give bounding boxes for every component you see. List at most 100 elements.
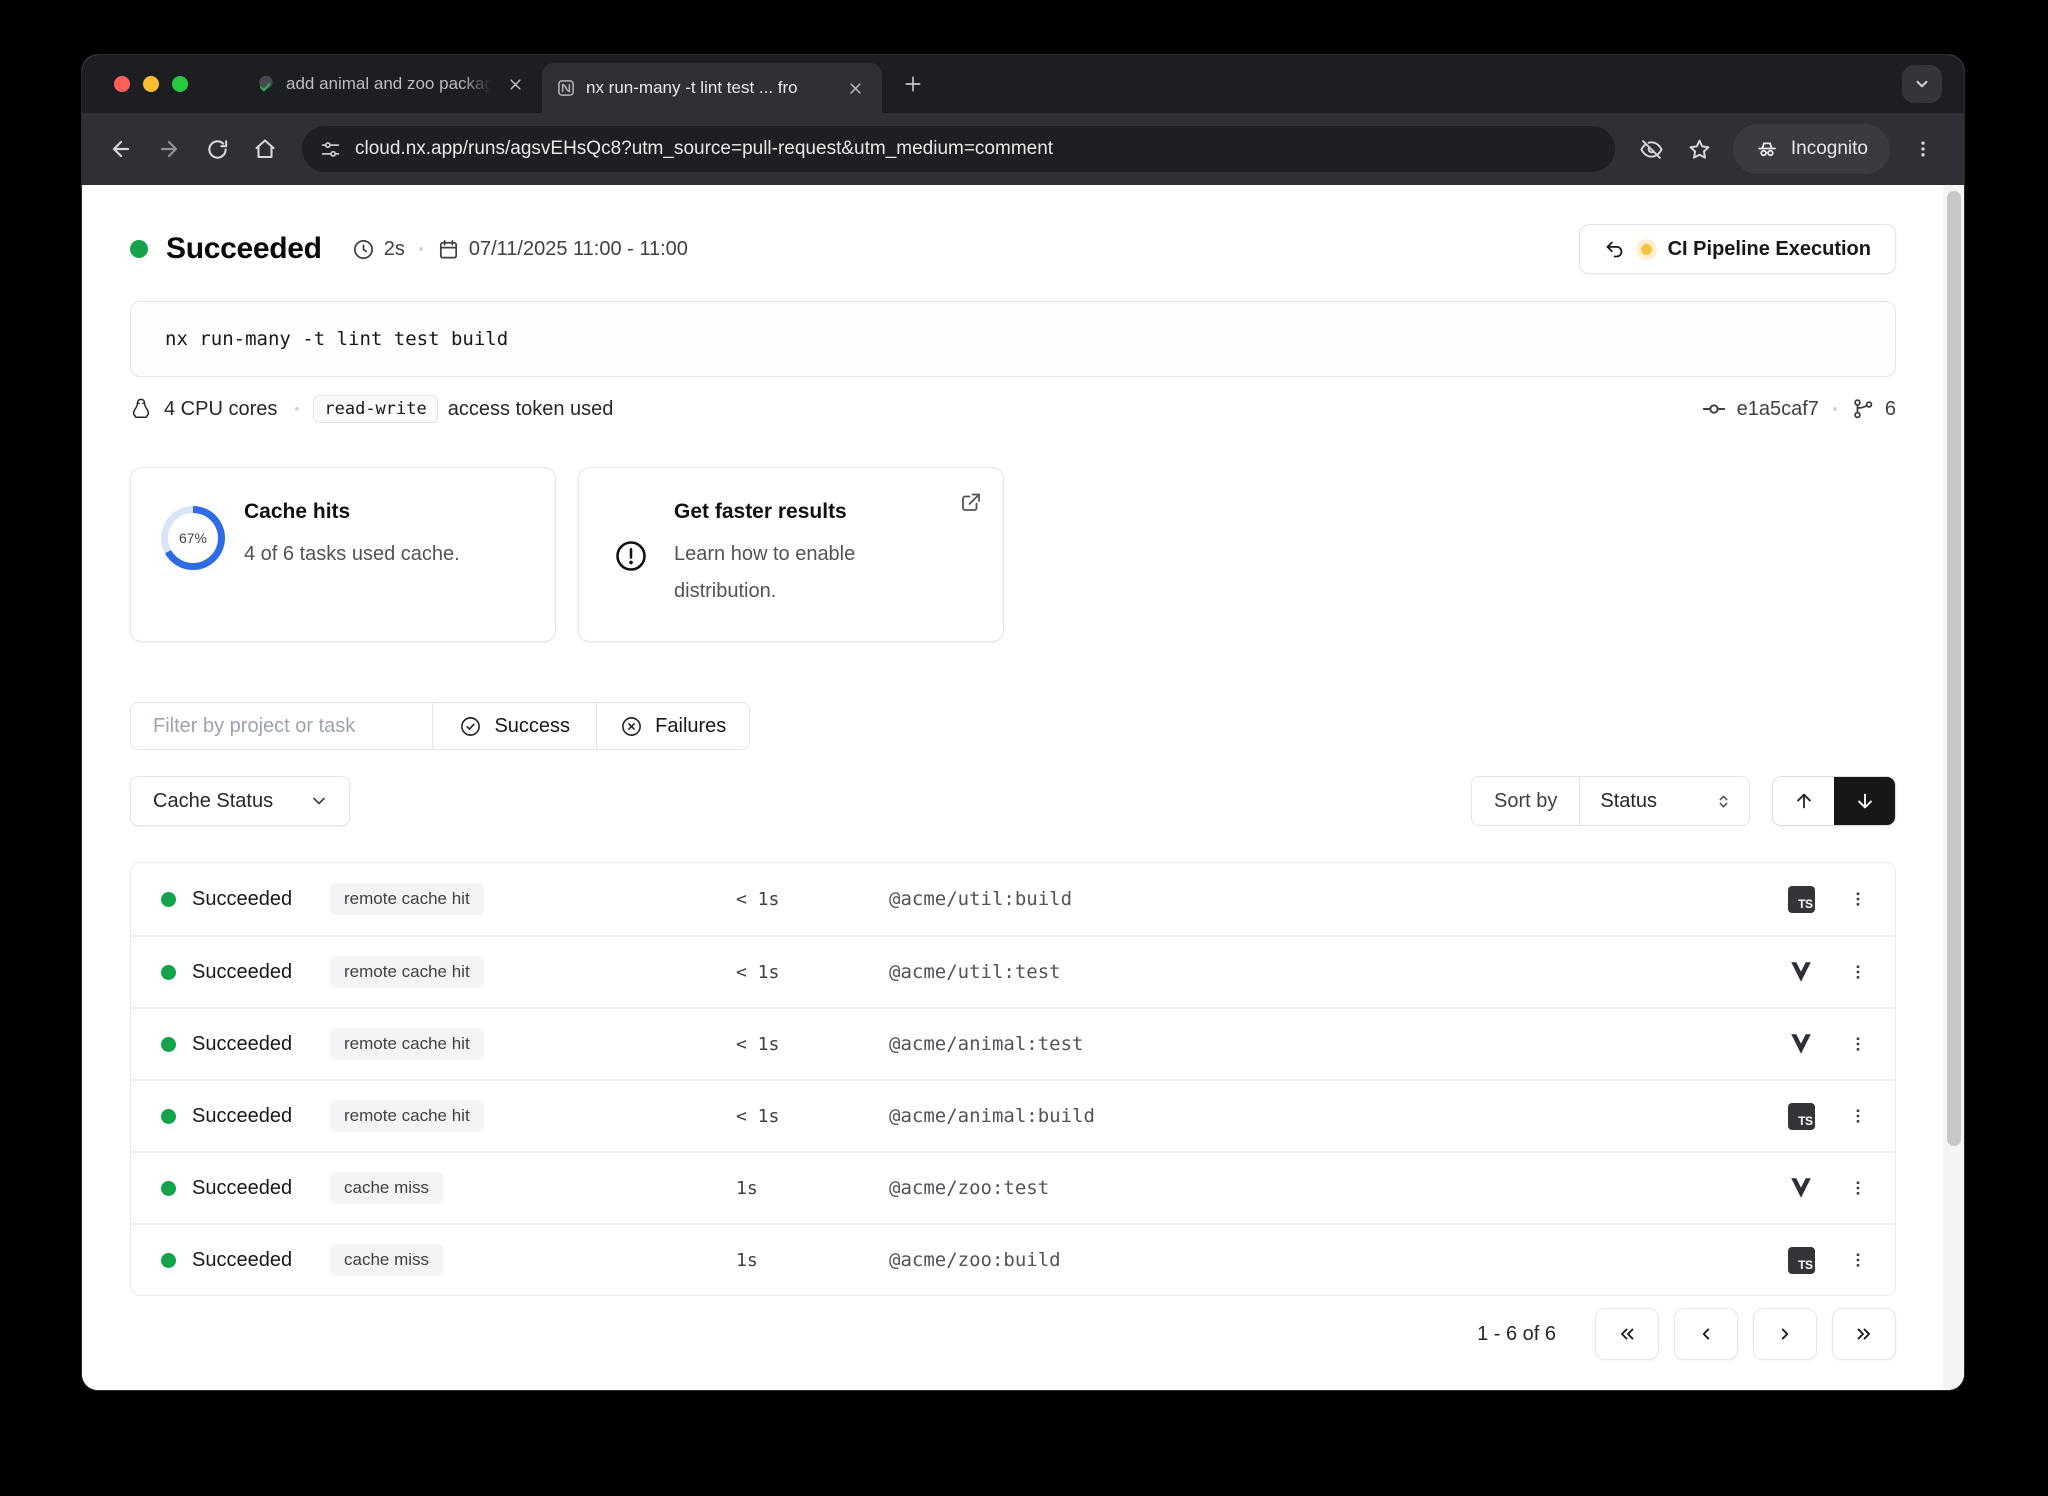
url-text[interactable]: cloud.nx.app/runs/agsvEHsQc8?utm_source=… bbox=[355, 138, 1053, 160]
back-button[interactable] bbox=[100, 128, 142, 170]
table-row[interactable]: Succeeded remote cache hit < 1s @acme/an… bbox=[131, 1079, 1895, 1151]
tab-title: add animal and zoo packages bbox=[286, 74, 492, 94]
row-duration: < 1s bbox=[736, 962, 779, 983]
row-menu-button[interactable] bbox=[1843, 1240, 1873, 1280]
separator-dot bbox=[295, 407, 299, 411]
forward-button[interactable] bbox=[148, 128, 190, 170]
home-button[interactable] bbox=[244, 128, 286, 170]
minimize-window-button[interactable] bbox=[143, 76, 159, 92]
table-row[interactable]: Succeeded remote cache hit < 1s @acme/an… bbox=[131, 1007, 1895, 1079]
cache-status-chip: remote cache hit bbox=[330, 1028, 484, 1060]
faster-results-subtitle: Learn how to enable distribution. bbox=[674, 536, 939, 610]
pipeline-execution-button[interactable]: CI Pipeline Execution bbox=[1579, 224, 1896, 274]
arrow-down-icon bbox=[1854, 790, 1876, 812]
vitest-icon bbox=[1788, 959, 1814, 985]
typescript-icon: TS bbox=[1788, 1247, 1815, 1274]
cache-hits-card: 67% Cache hits 4 of 6 tasks used cache. bbox=[130, 467, 556, 642]
first-page-button[interactable] bbox=[1595, 1308, 1659, 1360]
scrollbar-thumb[interactable] bbox=[1947, 191, 1961, 1146]
table-row[interactable]: Succeeded remote cache hit < 1s @acme/ut… bbox=[131, 935, 1895, 1007]
arrow-up-icon bbox=[1793, 790, 1815, 812]
vitest-icon bbox=[1788, 1031, 1814, 1057]
table-row[interactable]: Succeeded cache miss 1s @acme/zoo:build … bbox=[131, 1223, 1895, 1295]
row-task-name: @acme/animal:test bbox=[889, 1033, 1083, 1055]
external-link-icon[interactable] bbox=[959, 490, 983, 514]
row-status-label: Succeeded bbox=[192, 1033, 314, 1056]
chevrons-up-down-icon bbox=[1714, 792, 1733, 811]
separator-dot bbox=[419, 247, 423, 251]
tab-pull-request[interactable]: add animal and zoo packages bbox=[242, 55, 542, 113]
next-page-button[interactable] bbox=[1753, 1308, 1817, 1360]
filter-success-toggle[interactable]: Success bbox=[432, 703, 596, 749]
cache-status-chip: remote cache hit bbox=[330, 956, 484, 988]
linux-icon bbox=[130, 397, 152, 421]
sort-descending-button[interactable] bbox=[1834, 777, 1895, 825]
row-menu-button[interactable] bbox=[1843, 952, 1873, 992]
chevron-left-icon bbox=[1695, 1323, 1717, 1345]
sort-select[interactable]: Status bbox=[1580, 777, 1749, 825]
previous-page-button[interactable] bbox=[1674, 1308, 1738, 1360]
run-command: nx run-many -t lint test build bbox=[130, 301, 1896, 377]
pagination-label: 1 - 6 of 6 bbox=[1477, 1323, 1556, 1346]
incognito-label: Incognito bbox=[1791, 138, 1868, 160]
browser-window: add animal and zoo packages nx run-many … bbox=[82, 55, 1964, 1390]
chevrons-left-icon bbox=[1616, 1323, 1638, 1345]
row-menu-button[interactable] bbox=[1843, 1168, 1873, 1208]
tab-close-icon[interactable] bbox=[842, 75, 868, 101]
typescript-icon: TS bbox=[1788, 1103, 1815, 1130]
bookmark-star-icon[interactable] bbox=[1679, 128, 1721, 170]
incognito-icon bbox=[1755, 137, 1779, 161]
row-duration: < 1s bbox=[736, 889, 779, 910]
cache-status-chip: remote cache hit bbox=[330, 883, 484, 915]
reload-button[interactable] bbox=[196, 128, 238, 170]
chevrons-right-icon bbox=[1853, 1323, 1875, 1345]
browser-menu-icon[interactable] bbox=[1902, 128, 1944, 170]
row-task-name: @acme/zoo:test bbox=[889, 1177, 1049, 1199]
x-circle-icon bbox=[620, 715, 643, 738]
row-status-dot bbox=[161, 892, 176, 907]
pipeline-execution-label: CI Pipeline Execution bbox=[1668, 238, 1871, 261]
filter-failures-label: Failures bbox=[655, 715, 726, 738]
row-menu-button[interactable] bbox=[1843, 1096, 1873, 1136]
row-status-dot bbox=[161, 1037, 176, 1052]
github-check-icon bbox=[256, 74, 276, 94]
row-duration: < 1s bbox=[736, 1106, 779, 1127]
table-row[interactable]: Succeeded cache miss 1s @acme/zoo:test T… bbox=[131, 1151, 1895, 1223]
tab-close-icon[interactable] bbox=[502, 71, 528, 97]
tab-strip: add animal and zoo packages nx run-many … bbox=[82, 55, 1964, 113]
cache-status-label: Cache Status bbox=[153, 790, 273, 813]
cache-hits-title: Cache hits bbox=[244, 500, 350, 524]
filter-failures-toggle[interactable]: Failures bbox=[596, 703, 749, 749]
browser-toolbar: cloud.nx.app/runs/agsvEHsQc8?utm_source=… bbox=[82, 113, 1964, 185]
git-branch-icon bbox=[1851, 397, 1875, 421]
commit-sha[interactable]: e1a5caf7 bbox=[1737, 398, 1819, 421]
vitest-icon bbox=[1788, 1175, 1814, 1201]
task-table: Succeeded remote cache hit < 1s @acme/ut… bbox=[130, 862, 1896, 1296]
new-tab-button[interactable] bbox=[898, 69, 928, 99]
address-bar[interactable]: cloud.nx.app/runs/agsvEHsQc8?utm_source=… bbox=[302, 126, 1615, 172]
alert-circle-icon bbox=[613, 538, 649, 574]
row-status-label: Succeeded bbox=[192, 1177, 314, 1200]
eye-off-icon[interactable] bbox=[1631, 128, 1673, 170]
row-menu-button[interactable] bbox=[1843, 1024, 1873, 1064]
undo-icon bbox=[1604, 239, 1625, 260]
tab-search-chevron-button[interactable] bbox=[1902, 65, 1942, 103]
maximize-window-button[interactable] bbox=[172, 76, 188, 92]
access-token-chip: read-write bbox=[313, 395, 437, 423]
sort-direction-group bbox=[1772, 776, 1896, 826]
tab-nx-run[interactable]: nx run-many -t lint test ... fro bbox=[542, 63, 882, 113]
row-task-name: @acme/util:test bbox=[889, 961, 1061, 983]
last-page-button[interactable] bbox=[1832, 1308, 1896, 1360]
scrollbar-track[interactable] bbox=[1943, 185, 1964, 1390]
faster-results-card[interactable]: Get faster results Learn how to enable d… bbox=[578, 467, 1004, 642]
close-window-button[interactable] bbox=[114, 76, 130, 92]
table-row[interactable]: Succeeded remote cache hit < 1s @acme/ut… bbox=[131, 863, 1895, 935]
site-settings-icon[interactable] bbox=[320, 139, 341, 160]
check-circle-icon bbox=[459, 715, 482, 738]
cache-status-dropdown[interactable]: Cache Status bbox=[130, 776, 350, 826]
filter-input[interactable] bbox=[131, 703, 432, 749]
row-menu-button[interactable] bbox=[1843, 879, 1873, 919]
sort-ascending-button[interactable] bbox=[1773, 777, 1834, 825]
cache-status-chip: remote cache hit bbox=[330, 1100, 484, 1132]
page-title: Succeeded bbox=[166, 232, 322, 266]
